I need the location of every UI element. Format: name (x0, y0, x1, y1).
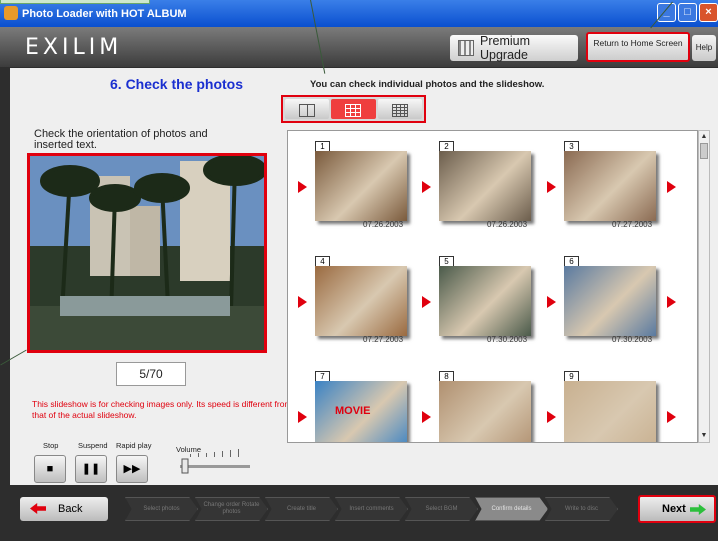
wizard-steps: Select photos Change order Rotate photos C… (125, 497, 618, 521)
wizard-step: Change order Rotate photos (195, 497, 268, 521)
transition-arrow-icon (667, 296, 676, 308)
transition-arrow-icon (547, 181, 556, 193)
wizard-step: Select BGM (405, 497, 478, 521)
thumbnail-image (439, 266, 531, 336)
preview-image (30, 154, 267, 350)
transition-arrow-icon (298, 181, 307, 193)
exilim-logo: EXILIM (25, 35, 123, 60)
header-bar: EXILIM Premium Upgrade Return to Home Sc… (0, 27, 718, 67)
next-arrow-icon (690, 504, 706, 515)
main-panel: 6. Check the photos You can check indivi… (10, 68, 718, 485)
wizard-step: Insert comments (335, 497, 408, 521)
photo-thumbnail[interactable]: 9 (564, 371, 656, 442)
thumbnail-image (564, 266, 656, 336)
premium-upgrade-label: Premium Upgrade (480, 34, 531, 62)
four-column-view-button[interactable] (377, 99, 422, 119)
photo-thumbnail[interactable]: 4 07.27.2003 (315, 256, 407, 346)
rapid-play-button[interactable]: ▶▶ (116, 455, 148, 483)
transition-arrow-icon (547, 296, 556, 308)
thumbnail-date: 07.27.2003 (612, 220, 653, 229)
transition-arrow-icon (422, 411, 431, 423)
back-button[interactable]: Back (20, 497, 108, 521)
three-column-view-button[interactable] (331, 99, 376, 119)
transition-arrow-icon (422, 181, 431, 193)
wizard-step: Write to disc (545, 497, 618, 521)
stop-button[interactable]: ■ (34, 455, 66, 483)
return-home-button[interactable]: Return to Home Screen (586, 32, 690, 62)
thumbnail-image (315, 151, 407, 221)
photo-thumbnail[interactable]: 8 (439, 371, 531, 442)
title-bar: Photo Loader with HOT ALBUM _ □ × (0, 0, 718, 27)
transition-arrow-icon (667, 411, 676, 423)
orientation-note: Check the orientation of photos and inse… (34, 128, 208, 151)
thumbnail-image (564, 151, 656, 221)
wizard-step: Select photos (125, 497, 198, 521)
suspend-label: Suspend (78, 441, 108, 450)
scroll-down-icon[interactable]: ▼ (699, 431, 709, 441)
wizard-step: Create title (265, 497, 338, 521)
grid-icon (458, 40, 474, 56)
thumbnail-date: 07.26.2003 (487, 220, 528, 229)
movie-badge: MOVIE (335, 405, 371, 417)
photo-thumbnail[interactable]: 5 07.30.2003 (439, 256, 531, 346)
page-title: 6. Check the photos (110, 76, 244, 92)
photo-thumbnail[interactable]: 3 07.27.2003 (564, 141, 656, 231)
thumbnail-image (315, 266, 407, 336)
transition-arrow-icon (547, 411, 556, 423)
four-column-icon (391, 104, 408, 117)
slideshow-warning: This slideshow is for checking images on… (32, 399, 292, 420)
photo-thumbnail[interactable]: 7 MOVIE (315, 371, 407, 442)
photo-thumbnail[interactable]: 2 07.26.2003 (439, 141, 531, 231)
photo-counter: 5/70 (116, 362, 186, 386)
thumbnail-date: 07.27.2003 (363, 335, 404, 344)
back-arrow-icon (30, 503, 46, 514)
volume-slider[interactable] (178, 448, 252, 478)
three-column-icon (345, 104, 362, 117)
thumbnail-image (439, 381, 531, 442)
page-description: You can check individual photos and the … (310, 79, 545, 90)
thumbnail-image: MOVIE (315, 381, 407, 442)
scroll-up-icon[interactable]: ▲ (699, 132, 709, 142)
callout-box (0, 0, 150, 4)
suspend-button[interactable]: ❚❚ (75, 455, 107, 483)
next-button[interactable]: Next (638, 495, 716, 523)
slideshow-preview (27, 153, 267, 353)
back-label: Back (58, 503, 83, 515)
transition-arrow-icon (422, 296, 431, 308)
premium-upgrade-button[interactable]: Premium Upgrade (450, 34, 578, 62)
scroll-thumb[interactable] (700, 143, 708, 159)
window-title: Photo Loader with HOT ALBUM (22, 7, 187, 20)
thumbnail-image (439, 151, 531, 221)
thumbnail-image (564, 381, 656, 442)
thumbnail-grid: 1 07.26.2003 2 07.26.2003 3 07.27.2003 4 07.27.… (287, 130, 698, 443)
close-button[interactable]: × (699, 3, 718, 22)
thumbnail-date: 07.30.2003 (487, 335, 528, 344)
photo-thumbnail[interactable]: 6 07.30.2003 (564, 256, 656, 346)
footer-bar: Back Select photos Change order Rotate ph… (10, 488, 718, 528)
thumbnail-scrollbar[interactable]: ▲ ▼ (698, 130, 710, 443)
next-label: Next (662, 503, 686, 515)
wizard-step: Confirm details (475, 497, 548, 521)
app-icon (4, 6, 18, 20)
transition-arrow-icon (298, 296, 307, 308)
maximize-button[interactable]: □ (678, 3, 697, 22)
help-button[interactable]: Help (692, 35, 716, 61)
thumbnail-date: 07.30.2003 (612, 335, 653, 344)
minimize-button[interactable]: _ (657, 3, 676, 22)
transition-arrow-icon (298, 411, 307, 423)
app-window: Photo Loader with HOT ALBUM _ □ × EXILIM… (0, 0, 718, 541)
thumbnail-date: 07.26.2003 (363, 220, 404, 229)
stop-label: Stop (43, 441, 59, 450)
photo-thumbnail[interactable]: 1 07.26.2003 (315, 141, 407, 231)
rapid-play-label: Rapid play (116, 441, 152, 450)
view-toggle-group (281, 95, 426, 123)
two-column-icon (299, 104, 315, 117)
two-column-view-button[interactable] (285, 99, 330, 119)
transition-arrow-icon (667, 181, 676, 193)
